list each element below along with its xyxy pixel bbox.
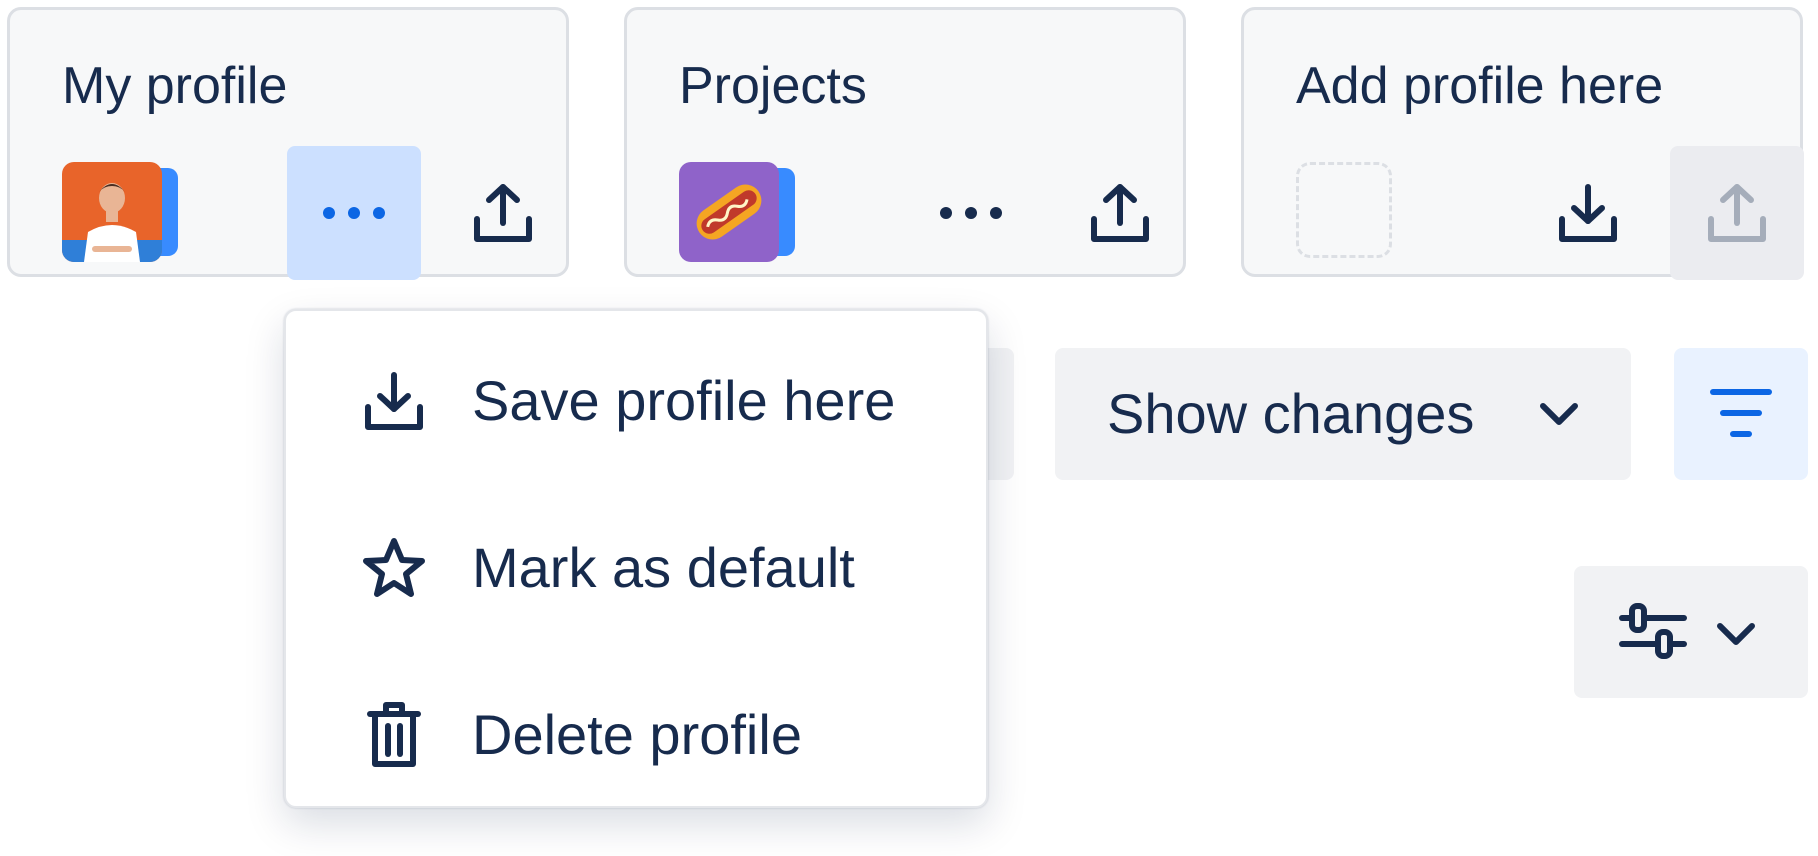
download-icon [354, 361, 434, 441]
upload-icon [1091, 184, 1149, 242]
show-changes-dropdown[interactable]: Show changes [1055, 348, 1631, 480]
filter-button[interactable] [1674, 348, 1808, 480]
sliders-icon [1619, 603, 1687, 659]
trash-icon [354, 695, 434, 775]
more-options-button[interactable] [904, 146, 1038, 280]
upload-profile-button-disabled[interactable] [1670, 146, 1804, 280]
hotdog-avatar [679, 162, 779, 262]
profile-card-projects[interactable]: Projects [624, 7, 1186, 277]
profile-context-menu: Save profile here Mark as default Delete… [284, 309, 988, 808]
filter-icon [1710, 389, 1772, 437]
more-horizontal-icon [323, 207, 385, 219]
menu-item-label: Delete profile [472, 703, 802, 766]
chevron-down-icon [1540, 403, 1578, 425]
profile-card-title: Add profile here [1296, 57, 1664, 115]
menu-item-delete-profile[interactable]: Delete profile [286, 675, 986, 795]
upload-profile-button[interactable] [436, 146, 570, 280]
avatar-stack [62, 162, 180, 266]
upload-profile-button[interactable] [1053, 146, 1187, 280]
view-settings-dropdown[interactable] [1574, 566, 1808, 698]
menu-item-save-profile[interactable]: Save profile here [286, 341, 986, 461]
more-horizontal-icon [940, 207, 1002, 219]
profile-card-my-profile[interactable]: My profile [7, 7, 570, 280]
avatar-stack [679, 162, 797, 266]
download-profile-button[interactable] [1521, 146, 1655, 280]
show-changes-label: Show changes [1107, 382, 1475, 445]
menu-item-label: Mark as default [472, 536, 855, 599]
empty-avatar-placeholder [1296, 162, 1392, 258]
star-icon [354, 528, 434, 608]
upload-icon [1708, 184, 1766, 242]
person-avatar [62, 162, 162, 262]
profile-card-add-profile[interactable]: Add profile here [1241, 7, 1804, 280]
upload-icon [474, 184, 532, 242]
menu-item-label: Save profile here [472, 369, 896, 432]
menu-item-mark-default[interactable]: Mark as default [286, 508, 986, 628]
download-icon [1559, 184, 1617, 242]
chevron-down-icon [1717, 623, 1755, 645]
more-options-button[interactable] [287, 146, 421, 280]
profile-card-title: My profile [62, 57, 288, 115]
profile-card-title: Projects [679, 57, 867, 115]
